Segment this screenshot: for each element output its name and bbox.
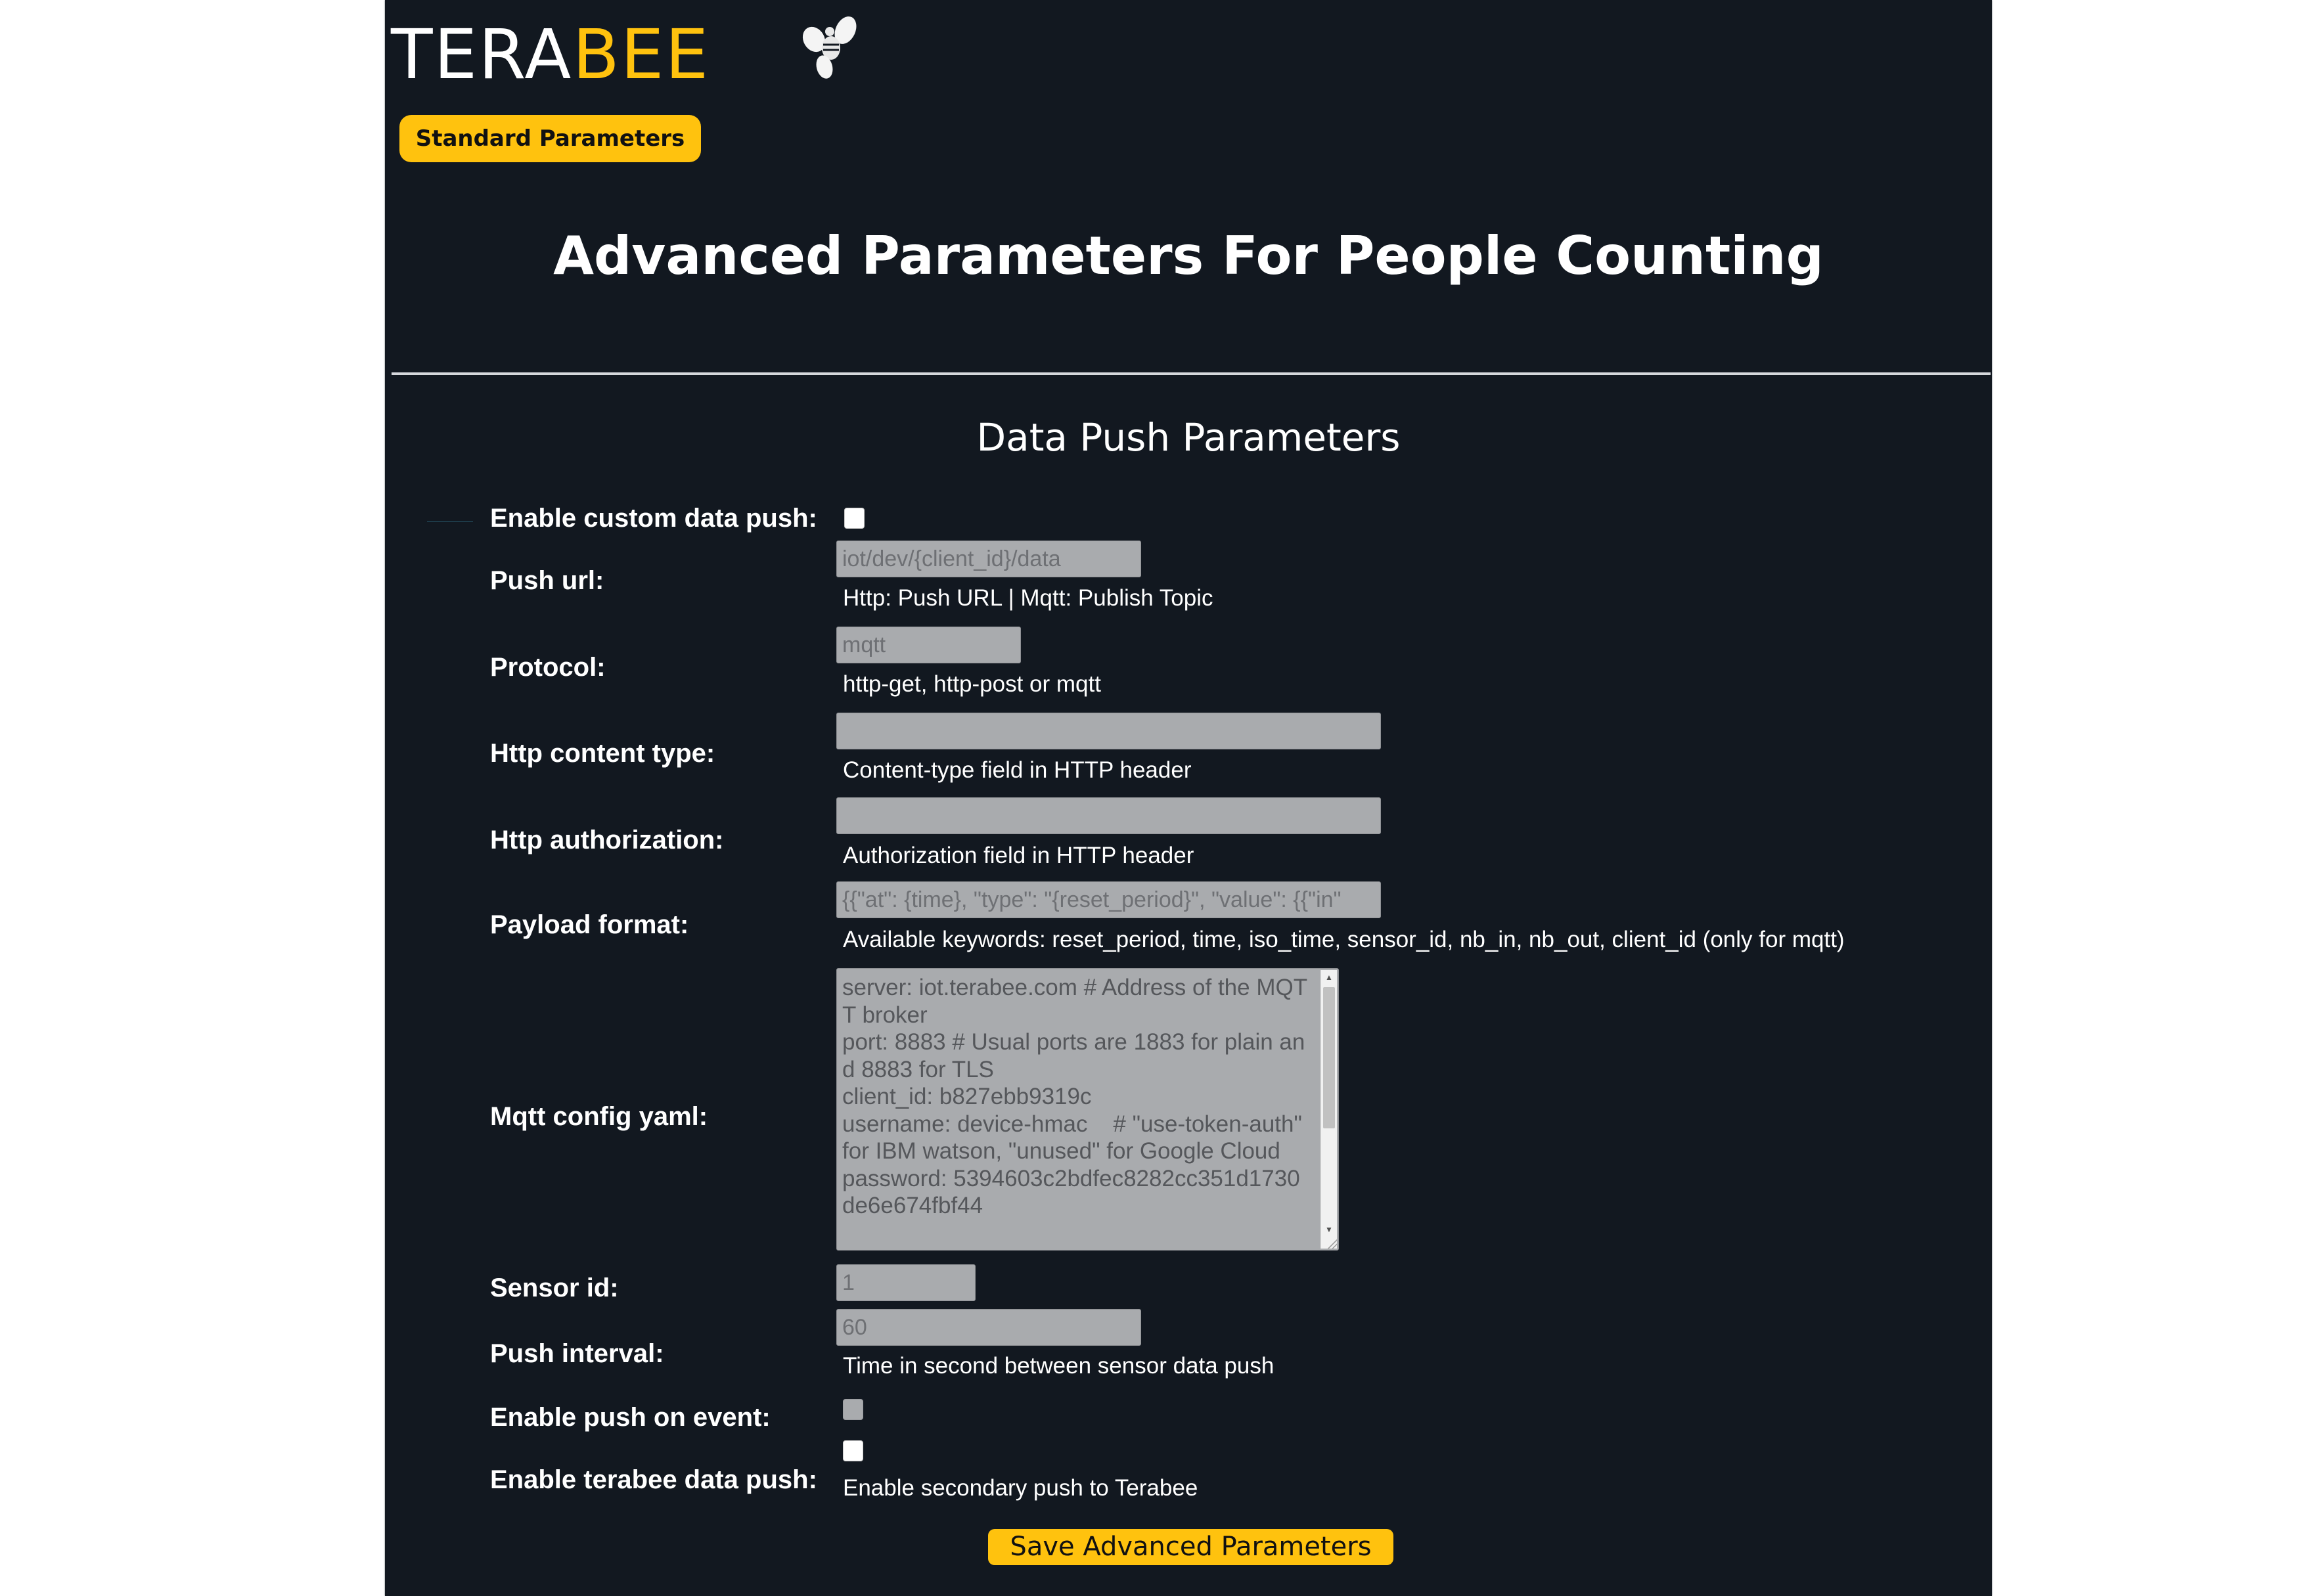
enable-terabee-data-push-label: Enable terabee data push: xyxy=(490,1465,817,1494)
mqtt-config-yaml-textarea[interactable]: server: iot.terabee.com # Address of the… xyxy=(836,968,1339,1251)
http-content-type-input[interactable] xyxy=(836,713,1381,749)
resize-grip-icon[interactable] xyxy=(1326,1238,1337,1249)
header-divider xyxy=(392,372,1991,375)
push-interval-input[interactable]: 60 xyxy=(836,1309,1141,1346)
payload-format-help: Available keywords: reset_period, time, … xyxy=(843,927,1845,952)
logo-text-tera: TERA xyxy=(391,14,573,95)
push-url-label: Push url: xyxy=(490,566,604,595)
scroll-down-arrow-icon[interactable]: ▼ xyxy=(1321,1222,1337,1237)
http-content-type-label: Http content type: xyxy=(490,739,715,768)
bee-icon xyxy=(798,12,864,84)
scroll-up-arrow-icon[interactable]: ▲ xyxy=(1321,970,1337,985)
enable-custom-data-push-checkbox[interactable] xyxy=(844,508,865,529)
push-url-help: Http: Push URL | Mqtt: Publish Topic xyxy=(843,585,1213,611)
standard-parameters-button[interactable]: Standard Parameters xyxy=(399,115,701,162)
mqtt-config-yaml-content: server: iot.terabee.com # Address of the… xyxy=(842,975,1308,1218)
terabee-logo: TERABEE xyxy=(391,18,710,91)
payload-format-input[interactable]: {{"at": {time}, "type": "{reset_period}"… xyxy=(836,881,1381,918)
enable-terabee-data-push-checkbox[interactable] xyxy=(843,1440,863,1461)
protocol-help: http-get, http-post or mqtt xyxy=(843,671,1101,697)
mqtt-config-yaml-label: Mqtt config yaml: xyxy=(490,1102,708,1131)
protocol-input[interactable]: mqtt xyxy=(836,627,1021,663)
http-authorization-help: Authorization field in HTTP header xyxy=(843,843,1194,868)
save-advanced-parameters-button[interactable]: Save Advanced Parameters xyxy=(988,1529,1393,1565)
section-title: Data Push Parameters xyxy=(976,415,1401,460)
enable-custom-data-push-label: Enable custom data push: xyxy=(490,504,817,533)
page-title: Advanced Parameters For People Counting xyxy=(553,225,1824,286)
logo-text-bee: BEE xyxy=(572,14,710,95)
push-url-input[interactable]: iot/dev/{client_id}/data xyxy=(836,541,1141,577)
scrollbar-thumb[interactable] xyxy=(1323,987,1335,1128)
sensor-id-input[interactable]: 1 xyxy=(836,1264,976,1301)
http-authorization-label: Http authorization: xyxy=(490,826,724,854)
enable-push-on-event-label: Enable push on event: xyxy=(490,1403,771,1432)
sensor-id-label: Sensor id: xyxy=(490,1274,619,1302)
protocol-label: Protocol: xyxy=(490,653,606,682)
payload-format-label: Payload format: xyxy=(490,910,689,939)
enable-terabee-data-push-help: Enable secondary push to Terabee xyxy=(843,1475,1198,1501)
http-content-type-help: Content-type field in HTTP header xyxy=(843,757,1192,783)
enable-push-on-event-checkbox[interactable] xyxy=(843,1399,863,1420)
decorative-mark xyxy=(427,521,473,522)
push-interval-label: Push interval: xyxy=(490,1339,664,1368)
push-interval-help: Time in second between sensor data push xyxy=(843,1353,1274,1379)
http-authorization-input[interactable] xyxy=(836,797,1381,834)
mqtt-config-scrollbar[interactable]: ▲ ▼ xyxy=(1320,970,1337,1249)
